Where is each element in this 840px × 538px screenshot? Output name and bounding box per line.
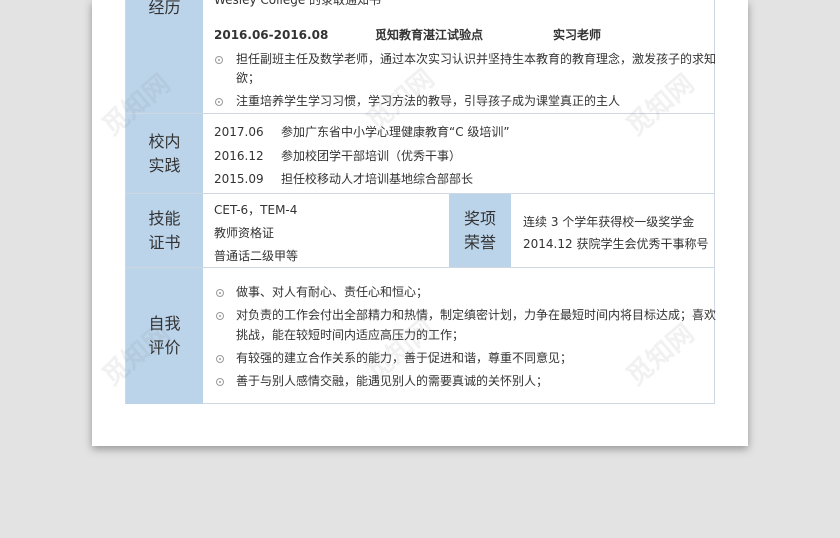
resume-page: 经历 Wesley College 的录取通知书 2016.06-2016.08… xyxy=(92,0,748,446)
skill-item: CET-6，TEM-4 xyxy=(214,203,298,217)
bullet-icon xyxy=(215,98,223,106)
skills-section: 技能 证书 CET-6，TEM-4 教师资格证 普通话二级甲等 奖项 荣誉 连续… xyxy=(126,194,714,268)
awards-label: 奖项 荣誉 xyxy=(449,194,511,267)
experience-bullet-continued: 欲； xyxy=(236,71,261,85)
bullet-icon xyxy=(216,378,224,386)
self-eval-line: 对负责的工作会付出全部精力和热情，制定缜密计划，力争在最短时间内将目标达成；喜欢 xyxy=(236,308,717,322)
skills-content: CET-6，TEM-4 教师资格证 普通话二级甲等 奖项 荣誉 连续 3 个学年… xyxy=(203,194,714,267)
experience-bullet: 担任副班主任及数学老师，通过本次实习认识并坚持生本教育的教育理念，激发孩子的求知 xyxy=(236,52,717,66)
experience-place: 觅知教育湛江试验点 xyxy=(375,28,484,42)
practice-label: 校内 实践 xyxy=(126,114,203,193)
practice-text: 担任校移动人才培训基地综合部部长 xyxy=(281,172,474,186)
skill-item: 普通话二级甲等 xyxy=(214,249,299,263)
practice-date: 2015.09 xyxy=(214,172,264,186)
bullet-icon xyxy=(216,355,224,363)
bullet-icon xyxy=(216,312,224,320)
practice-date: 2016.12 xyxy=(214,149,264,163)
practice-section: 校内 实践 2017.06 参加广东省中小学心理健康教育“C 级培训” 2016… xyxy=(126,114,714,194)
practice-date: 2017.06 xyxy=(214,125,264,139)
bullet-icon xyxy=(216,289,224,297)
award-item: 2014.12 获院学生会优秀干事称号 xyxy=(523,237,709,251)
practice-text: 参加校团学干部培训（优秀干事） xyxy=(281,149,462,163)
bullet-icon xyxy=(215,56,223,64)
experience-date: 2016.06-2016.08 xyxy=(214,28,329,42)
skill-item: 教师资格证 xyxy=(214,226,275,240)
practice-text: 参加广东省中小学心理健康教育“C 级培训” xyxy=(281,125,510,139)
award-item: 连续 3 个学年获得校一级奖学金 xyxy=(523,215,695,229)
skills-label: 技能 证书 xyxy=(126,194,203,267)
experience-top-line: Wesley College 的录取通知书 xyxy=(214,0,382,7)
experience-role: 实习老师 xyxy=(553,28,602,42)
self-eval-line: 做事、对人有耐心、责任心和恒心； xyxy=(236,285,429,299)
